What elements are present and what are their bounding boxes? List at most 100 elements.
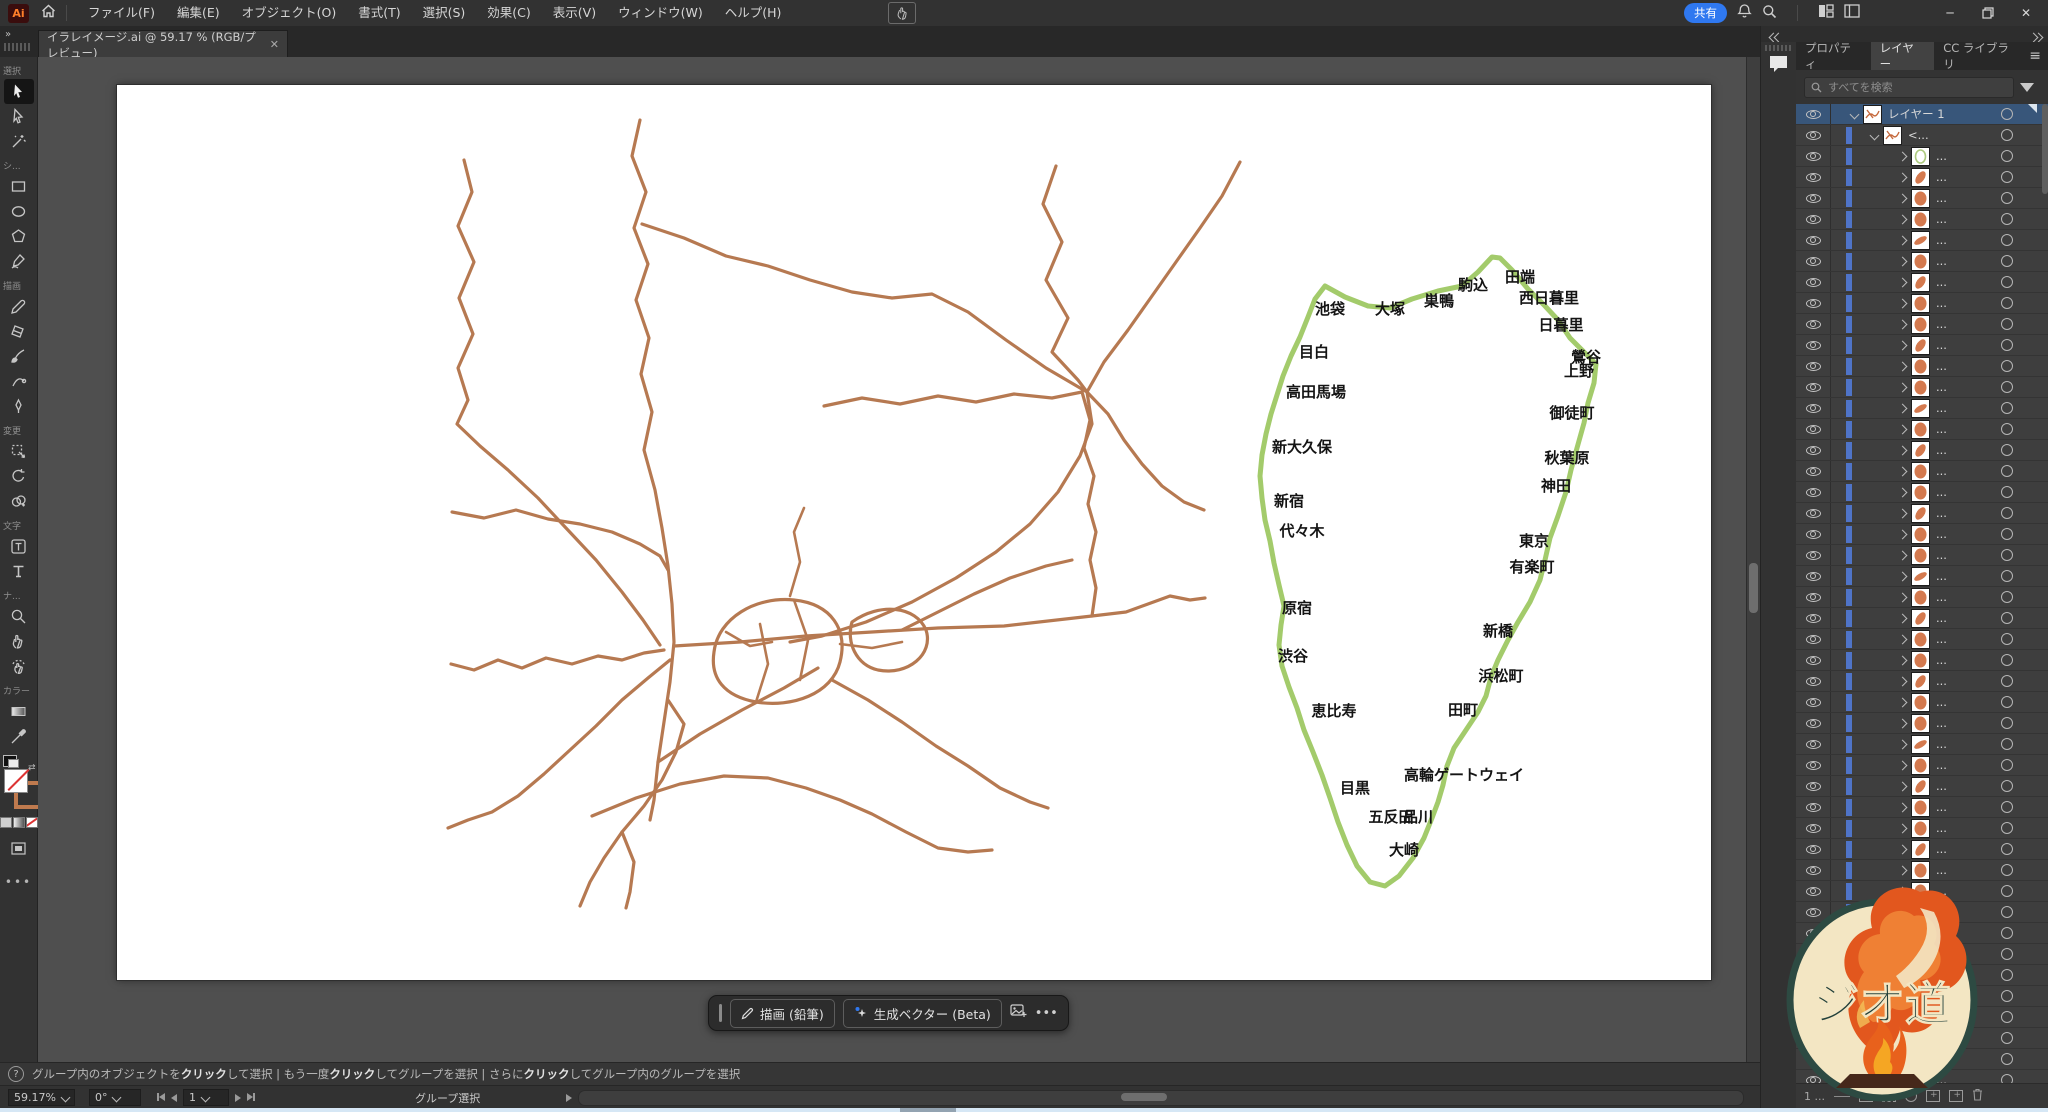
layer-row-child[interactable]: ... bbox=[1796, 629, 2048, 650]
layer-label[interactable]: ... bbox=[1936, 779, 1947, 793]
layer-thumbnail[interactable] bbox=[1912, 421, 1929, 438]
menu-item-1[interactable]: 編集(E) bbox=[166, 0, 231, 26]
target-circle-icon[interactable] bbox=[2001, 969, 2013, 981]
expand-chevron-icon[interactable] bbox=[1898, 718, 1908, 728]
menu-item-3[interactable]: 書式(T) bbox=[347, 0, 411, 26]
curvature-tool[interactable] bbox=[4, 369, 34, 394]
target-circle-icon[interactable] bbox=[2001, 1053, 2013, 1065]
eraser-tool[interactable] bbox=[4, 319, 34, 344]
layer-row-child[interactable]: ... bbox=[1796, 167, 2048, 188]
target-circle-icon[interactable] bbox=[2001, 696, 2013, 708]
artboard[interactable]: 池袋大塚巣鴨駒込田端西日暮里日暮里鶯谷上野御徒町秋葉原神田東京有楽町新橋浜松町田… bbox=[117, 85, 1711, 980]
layer-row-child[interactable]: ... bbox=[1796, 440, 2048, 461]
layer-thumbnail[interactable] bbox=[1912, 211, 1929, 228]
target-circle-icon[interactable] bbox=[2001, 948, 2013, 960]
expand-chevron-icon[interactable] bbox=[1898, 676, 1908, 686]
menu-item-5[interactable]: 効果(C) bbox=[476, 0, 541, 26]
layer-thumbnail[interactable] bbox=[1912, 673, 1929, 690]
polygon-tool[interactable] bbox=[4, 224, 34, 249]
visibility-eye-icon[interactable] bbox=[1796, 629, 1831, 649]
layer-row-child[interactable]: ... bbox=[1796, 503, 2048, 524]
type-tool[interactable] bbox=[4, 559, 34, 584]
expand-chevron-icon[interactable] bbox=[1898, 508, 1908, 518]
expand-chevron-icon[interactable] bbox=[1898, 319, 1908, 329]
expand-chevron-icon[interactable] bbox=[1898, 697, 1908, 707]
layer-row-child[interactable]: ... bbox=[1796, 335, 2048, 356]
visibility-eye-icon[interactable] bbox=[1796, 398, 1831, 418]
layer-thumbnail[interactable] bbox=[1912, 442, 1929, 459]
layer-thumbnail[interactable] bbox=[1912, 589, 1929, 606]
layer-thumbnail[interactable] bbox=[1912, 526, 1929, 543]
swap-fill-stroke-icon[interactable]: ⇄ bbox=[28, 763, 36, 773]
expand-chevron-icon[interactable] bbox=[1898, 172, 1908, 182]
layer-label[interactable]: ... bbox=[1936, 422, 1947, 436]
target-circle-icon[interactable] bbox=[2001, 885, 2013, 897]
layer-label[interactable]: ... bbox=[1936, 191, 1947, 205]
target-circle-icon[interactable] bbox=[2001, 906, 2013, 918]
target-circle-icon[interactable] bbox=[2001, 318, 2013, 330]
expand-chevron-icon[interactable] bbox=[1898, 823, 1908, 833]
layer-row-child[interactable]: ... bbox=[1796, 587, 2048, 608]
expand-chevron-icon[interactable] bbox=[1898, 529, 1908, 539]
target-circle-icon[interactable] bbox=[2001, 1011, 2013, 1023]
layer-label[interactable]: ... bbox=[1936, 359, 1947, 373]
layer-thumbnail[interactable] bbox=[1912, 757, 1929, 774]
visibility-eye-icon[interactable] bbox=[1796, 230, 1831, 250]
visibility-eye-icon[interactable] bbox=[1796, 608, 1831, 628]
magic-wand-tool[interactable] bbox=[4, 129, 34, 154]
visibility-eye-icon[interactable] bbox=[1796, 776, 1831, 796]
target-circle-icon[interactable] bbox=[2001, 675, 2013, 687]
layer-thumbnail[interactable] bbox=[1912, 631, 1929, 648]
layer-thumbnail[interactable] bbox=[1912, 253, 1929, 270]
expand-chevron-icon[interactable] bbox=[1898, 739, 1908, 749]
visibility-eye-icon[interactable] bbox=[1796, 419, 1831, 439]
layer-thumbnail[interactable] bbox=[1912, 316, 1929, 333]
rectangle-tool[interactable] bbox=[4, 174, 34, 199]
close-tab-icon[interactable]: ✕ bbox=[270, 38, 279, 51]
visibility-eye-icon[interactable] bbox=[1796, 797, 1831, 817]
visibility-eye-icon[interactable] bbox=[1796, 104, 1831, 124]
expand-chevron-icon[interactable] bbox=[1898, 466, 1908, 476]
layer-label[interactable]: ... bbox=[1936, 821, 1947, 835]
menu-item-7[interactable]: ウィンドウ(W) bbox=[607, 0, 714, 26]
layer-label[interactable]: ... bbox=[1936, 212, 1947, 226]
visibility-eye-icon[interactable] bbox=[1796, 272, 1831, 292]
visibility-eye-icon[interactable] bbox=[1796, 671, 1831, 691]
status-play-icon[interactable] bbox=[566, 1094, 572, 1102]
pencil-tool[interactable] bbox=[4, 294, 34, 319]
visibility-eye-icon[interactable] bbox=[1796, 440, 1831, 460]
expand-chevron-icon[interactable] bbox=[1898, 844, 1908, 854]
layer-thumbnail[interactable] bbox=[1912, 652, 1929, 669]
layer-label[interactable]: ... bbox=[1936, 653, 1947, 667]
target-circle-icon[interactable] bbox=[2001, 255, 2013, 267]
target-circle-icon[interactable] bbox=[2001, 1074, 2013, 1083]
layer-row-group[interactable]: <... bbox=[1796, 125, 2048, 146]
visibility-eye-icon[interactable] bbox=[1796, 188, 1831, 208]
layer-thumbnail[interactable] bbox=[1912, 610, 1929, 627]
layer-row-child[interactable]: ... bbox=[1796, 776, 2048, 797]
layer-thumbnail[interactable] bbox=[1912, 358, 1929, 375]
drawing-modes-icon[interactable] bbox=[4, 836, 34, 861]
layer-thumbnail[interactable] bbox=[1912, 190, 1929, 207]
visibility-eye-icon[interactable] bbox=[1796, 146, 1831, 166]
layer-label[interactable]: ... bbox=[1936, 632, 1947, 646]
expand-chevron-icon[interactable] bbox=[1898, 361, 1908, 371]
layer-row-child[interactable]: ... bbox=[1796, 398, 2048, 419]
expand-chevron-icon[interactable] bbox=[1898, 235, 1908, 245]
layer-label[interactable]: ... bbox=[1936, 611, 1947, 625]
eyedropper-tool[interactable] bbox=[4, 724, 34, 749]
search-input[interactable]: すべてを検索 bbox=[1804, 77, 2014, 98]
target-circle-icon[interactable] bbox=[2001, 822, 2013, 834]
expand-chevron-icon[interactable] bbox=[1898, 487, 1908, 497]
last-artboard-button[interactable] bbox=[247, 1091, 255, 1104]
visibility-eye-icon[interactable] bbox=[1796, 713, 1831, 733]
window-maximize-button[interactable] bbox=[1974, 2, 2002, 24]
visibility-eye-icon[interactable] bbox=[1796, 545, 1831, 565]
next-artboard-button[interactable] bbox=[235, 1094, 241, 1102]
target-circle-icon[interactable] bbox=[2001, 234, 2013, 246]
visibility-eye-icon[interactable] bbox=[1796, 818, 1831, 838]
expand-chevron-icon[interactable] bbox=[1898, 571, 1908, 581]
transform-tool[interactable] bbox=[4, 439, 34, 464]
panel-scrollbar[interactable] bbox=[2042, 104, 2048, 304]
layer-label[interactable]: ... bbox=[1936, 380, 1947, 394]
